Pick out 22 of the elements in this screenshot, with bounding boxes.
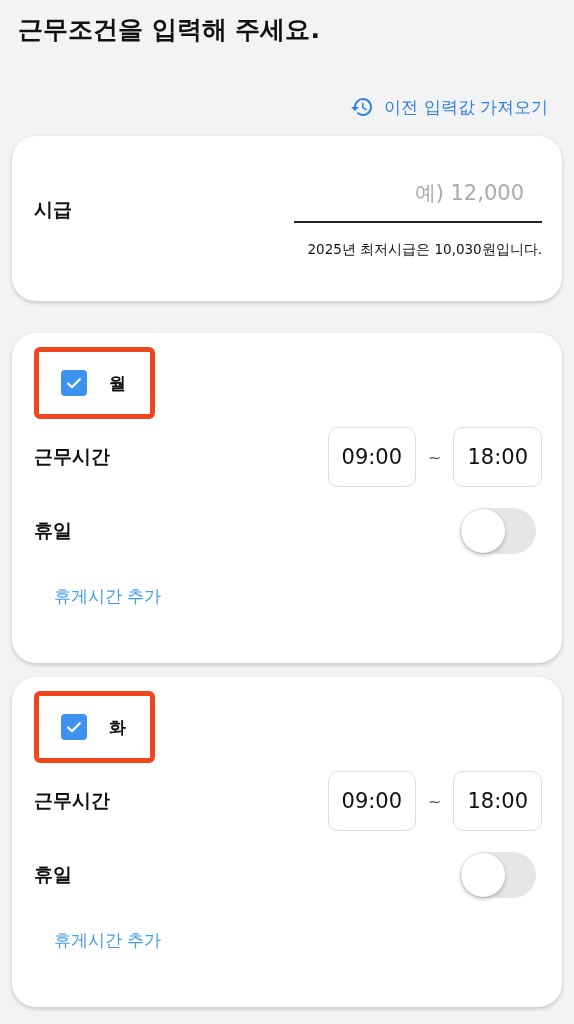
work-hours-label: 근무시간 — [34, 788, 110, 813]
day-checkbox[interactable] — [61, 714, 87, 740]
end-time-field[interactable]: 18:00 — [453, 771, 542, 831]
history-icon — [350, 95, 375, 119]
work-hours-label: 근무시간 — [34, 444, 110, 469]
holiday-label: 휴일 — [34, 862, 72, 887]
page-title: 근무조건을 입력해 주세요. — [17, 14, 321, 46]
load-previous-link[interactable]: 이전 입력값 가져오기 — [350, 92, 548, 122]
range-separator: ~ — [428, 791, 442, 811]
day-label: 화 — [109, 715, 126, 739]
start-time-field[interactable]: 09:00 — [327, 771, 417, 831]
end-time-field[interactable]: 18:00 — [453, 427, 542, 487]
wage-label: 시급 — [34, 197, 72, 222]
start-time-field[interactable]: 09:00 — [327, 427, 417, 487]
day-label: 월 — [109, 371, 126, 395]
wage-input[interactable]: 예) 12,000 — [294, 181, 542, 223]
range-separator: ~ — [428, 447, 442, 467]
holiday-toggle[interactable] — [460, 852, 536, 898]
holiday-label: 휴일 — [34, 518, 72, 543]
day-checkbox[interactable] — [61, 370, 87, 396]
holiday-toggle[interactable] — [460, 508, 536, 554]
minimum-wage-note: 2025년 최저시급은 10,030원입니다. — [306, 241, 542, 259]
